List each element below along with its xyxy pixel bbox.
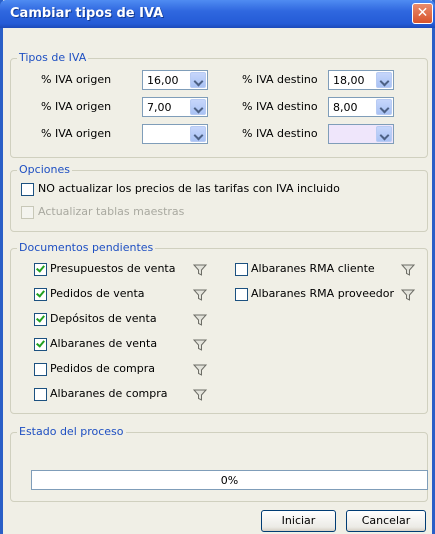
checkmark-icon (36, 338, 45, 348)
actualizar-maestras-label: Actualizar tablas maestras (38, 205, 185, 218)
window-title: Cambiar tipos de IVA (10, 6, 164, 21)
left-doc-label-2[interactable]: Depósitos de venta (50, 312, 157, 325)
right-doc-label-1[interactable]: Albaranes RMA proveedor (251, 287, 394, 300)
iva-origen-label-1: % IVA origen (41, 73, 112, 86)
filter-funnel-icon[interactable] (400, 264, 416, 276)
iva-origen-select-1[interactable]: 16,00 (142, 70, 208, 90)
tipos-iva-legend: Tipos de IVA (17, 51, 89, 64)
left-doc-label-0[interactable]: Presupuestos de venta (50, 262, 175, 275)
left-doc-checkbox-3[interactable] (34, 338, 47, 351)
checkmark-icon (36, 288, 45, 298)
close-icon: ✕ (416, 5, 429, 21)
checkmark-icon (36, 313, 45, 323)
chevron-down-icon[interactable] (190, 126, 206, 142)
iva-origen-value-2: 7,00 (147, 101, 172, 114)
iva-destino-label-1: % IVA destino (242, 73, 318, 86)
iva-origen-select-3[interactable] (142, 124, 208, 144)
left-doc-label-1[interactable]: Pedidos de venta (50, 287, 145, 300)
left-doc-label-5[interactable]: Albaranes de compra (50, 387, 168, 400)
left-doc-checkbox-1[interactable] (34, 288, 47, 301)
dialog-window: Cambiar tipos de IVA ✕ Tipos de IVA % IV… (0, 0, 435, 534)
chevron-down-icon[interactable] (376, 99, 392, 115)
filter-funnel-icon[interactable] (192, 264, 208, 276)
iva-destino-select-2[interactable]: 8,00 (328, 97, 394, 117)
chevron-down-icon[interactable] (190, 99, 206, 115)
progress-bar: 0% (31, 470, 428, 490)
no-actualizar-checkbox[interactable] (21, 183, 34, 196)
left-doc-checkbox-5[interactable] (34, 388, 47, 401)
filter-funnel-icon[interactable] (192, 314, 208, 326)
title-bar[interactable]: Cambiar tipos de IVA ✕ (0, 0, 435, 28)
right-doc-checkbox-1[interactable] (235, 288, 248, 301)
iva-destino-value-1: 18,00 (333, 74, 365, 87)
iva-destino-select-3[interactable] (328, 124, 394, 144)
actualizar-maestras-checkbox[interactable] (21, 206, 34, 219)
left-doc-checkbox-2[interactable] (34, 313, 47, 326)
filter-funnel-icon[interactable] (192, 364, 208, 376)
iniciar-button[interactable]: Iniciar (261, 510, 336, 532)
filter-funnel-icon[interactable] (400, 289, 416, 301)
iva-destino-value-2: 8,00 (333, 101, 358, 114)
iva-destino-label-2: % IVA destino (242, 100, 318, 113)
cancelar-button[interactable]: Cancelar (346, 510, 426, 532)
estado-legend: Estado del proceso (17, 425, 126, 438)
chevron-down-icon[interactable] (376, 72, 392, 88)
filter-funnel-icon[interactable] (192, 339, 208, 351)
left-doc-label-4[interactable]: Pedidos de compra (50, 362, 155, 375)
left-doc-checkbox-4[interactable] (34, 363, 47, 376)
iva-destino-label-3: % IVA destino (242, 127, 318, 140)
close-button[interactable]: ✕ (412, 3, 433, 24)
right-doc-label-0[interactable]: Albaranes RMA cliente (251, 262, 375, 275)
iva-origen-select-2[interactable]: 7,00 (142, 97, 208, 117)
iva-origen-label-2: % IVA origen (41, 100, 112, 113)
no-actualizar-label[interactable]: NO actualizar los precios de las tarifas… (38, 182, 340, 195)
chevron-down-icon[interactable] (190, 72, 206, 88)
filter-funnel-icon[interactable] (192, 289, 208, 301)
filter-funnel-icon[interactable] (192, 389, 208, 401)
opciones-legend: Opciones (17, 163, 72, 176)
iva-origen-label-3: % IVA origen (41, 127, 112, 140)
checkmark-icon (36, 263, 45, 273)
opciones-group: Opciones (10, 163, 428, 232)
left-doc-checkbox-0[interactable] (34, 263, 47, 276)
left-doc-label-3[interactable]: Albaranes de venta (50, 337, 157, 350)
iva-destino-select-1[interactable]: 18,00 (328, 70, 394, 90)
progress-text: 0% (220, 474, 239, 487)
estado-group: Estado del proceso (10, 425, 428, 502)
chevron-down-icon[interactable] (376, 126, 392, 142)
iva-origen-value-1: 16,00 (147, 74, 179, 87)
right-doc-checkbox-0[interactable] (235, 263, 248, 276)
documentos-legend: Documentos pendientes (17, 241, 156, 254)
